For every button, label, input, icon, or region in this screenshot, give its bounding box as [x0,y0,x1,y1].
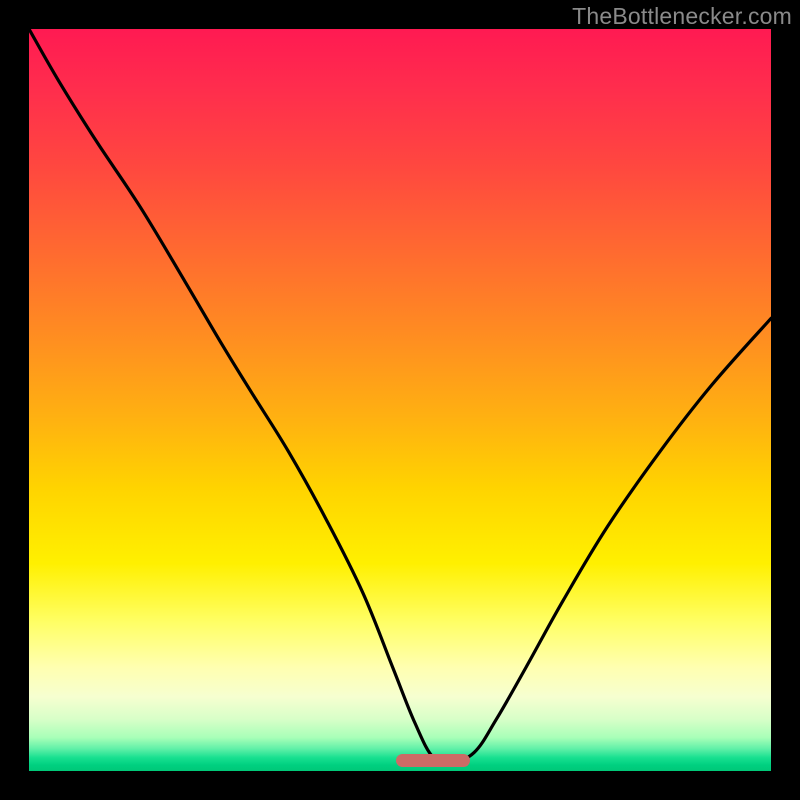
optimal-range-marker [396,754,470,767]
bottleneck-curve-path [29,29,771,763]
chart-frame [29,29,771,771]
watermark-text: TheBottlenecker.com [572,3,792,30]
chart-curve [29,29,771,771]
